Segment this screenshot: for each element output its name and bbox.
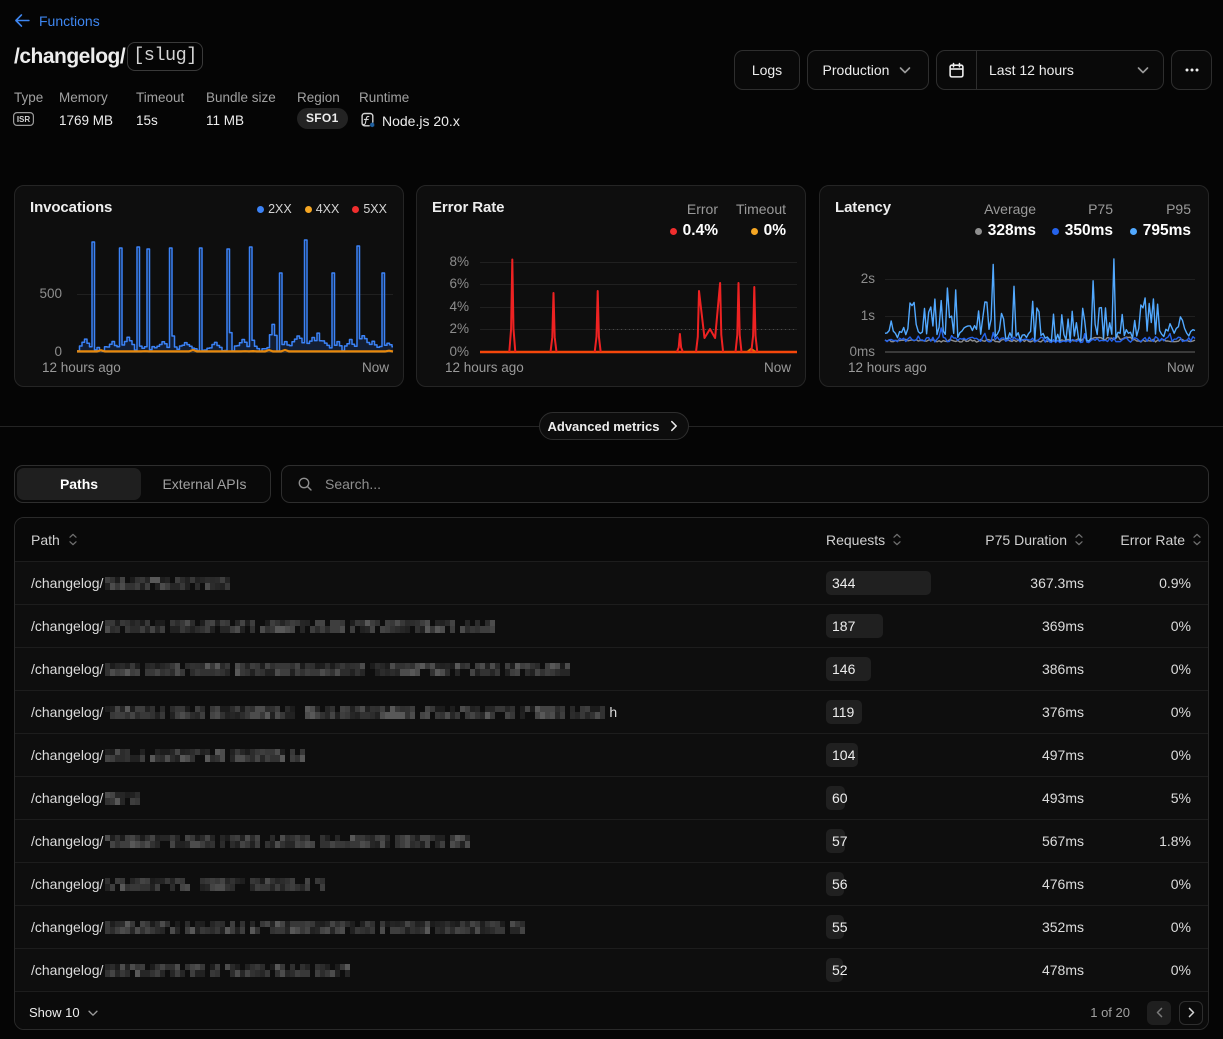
svg-text:ISR: ISR: [17, 115, 31, 124]
